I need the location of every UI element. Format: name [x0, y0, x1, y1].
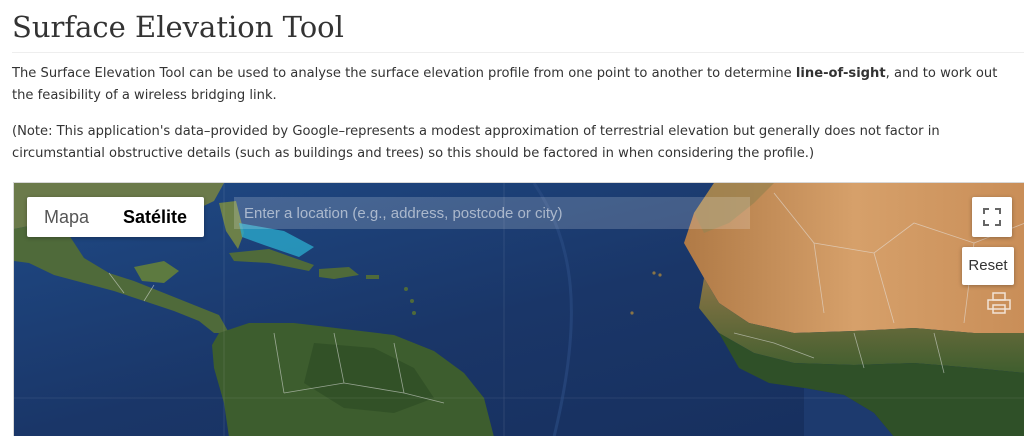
intro-paragraph: The Surface Elevation Tool can be used t…	[12, 63, 1022, 107]
page-title: Surface Elevation Tool	[12, 10, 344, 44]
title-divider	[12, 52, 1024, 53]
note-paragraph: (Note: This application's data–provided …	[12, 124, 940, 161]
print-button[interactable]	[986, 291, 1012, 315]
map-view[interactable]: Mapa Satélite Reset	[13, 182, 1024, 436]
intro-text-start: The Surface Elevation Tool can be used t…	[12, 66, 796, 81]
fullscreen-icon	[983, 208, 1001, 226]
intro-bold-term: line-of-sight	[795, 66, 886, 81]
map-type-control: Mapa Satélite	[27, 197, 205, 237]
map-type-map-button[interactable]: Mapa	[27, 197, 106, 237]
location-search-input[interactable]	[234, 197, 750, 229]
print-icon	[987, 292, 1011, 314]
fullscreen-button[interactable]	[972, 197, 1012, 237]
map-type-satellite-button[interactable]: Satélite	[106, 197, 204, 237]
reset-button[interactable]: Reset	[962, 247, 1014, 285]
